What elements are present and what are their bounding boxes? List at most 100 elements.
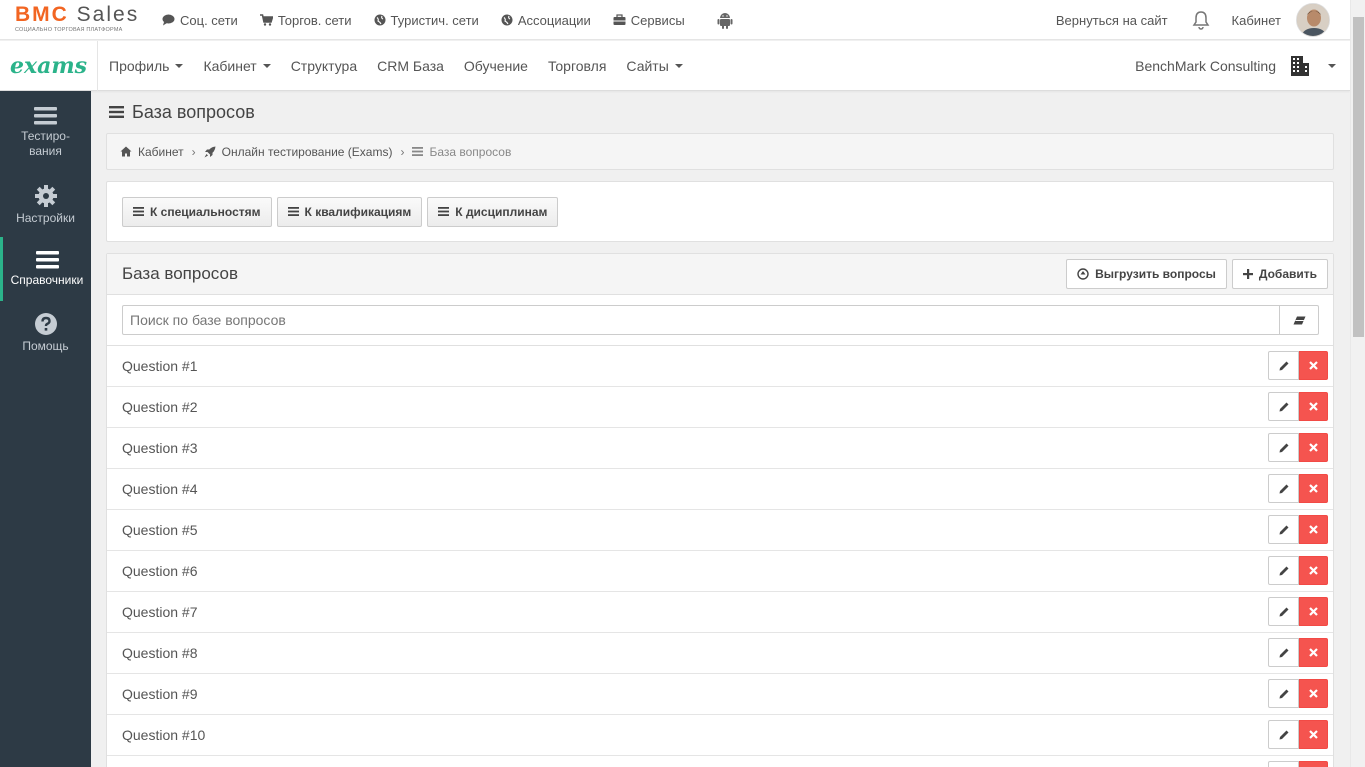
delete-question-button[interactable] [1299, 515, 1328, 544]
question-actions [1268, 679, 1328, 708]
delete-question-button[interactable] [1299, 720, 1328, 749]
sidebar-item-label: Справочники [10, 272, 84, 287]
question-row[interactable]: Question #6 [107, 551, 1333, 592]
list-icon [35, 250, 59, 268]
nav-item-crm[interactable]: CRM База [377, 58, 444, 74]
edit-question-button[interactable] [1268, 515, 1299, 544]
page-scrollbar[interactable] [1350, 0, 1365, 767]
edit-question-button[interactable] [1268, 761, 1299, 767]
list-icon [133, 207, 144, 216]
close-icon [1309, 402, 1318, 411]
to-specialties-button[interactable]: К специальностям [122, 196, 272, 227]
question-row[interactable]: Question #8 [107, 633, 1333, 674]
question-row[interactable]: Question #10 [107, 715, 1333, 756]
edit-question-button[interactable] [1268, 474, 1299, 503]
top-link-services[interactable]: Сервисы [613, 13, 685, 28]
avatar[interactable] [1296, 3, 1330, 37]
nav-item-profile[interactable]: Профиль [109, 58, 184, 74]
nav-item-training[interactable]: Обучение [464, 58, 528, 74]
add-question-button[interactable]: Добавить [1231, 259, 1328, 289]
delete-question-button[interactable] [1299, 474, 1328, 503]
exams-logo[interactable]: exams [0, 41, 98, 91]
question-row[interactable]: Question #5 [107, 510, 1333, 551]
delete-question-button[interactable] [1299, 556, 1328, 585]
rocket-icon [204, 146, 216, 157]
delete-question-button[interactable] [1299, 679, 1328, 708]
nav-item-sites[interactable]: Сайты [626, 58, 683, 74]
edit-question-button[interactable] [1268, 679, 1299, 708]
delete-question-button[interactable] [1299, 638, 1328, 667]
close-icon [1309, 566, 1318, 575]
scrollbar-thumb[interactable] [1353, 17, 1364, 337]
to-disciplines-button[interactable]: К дисциплинам [427, 196, 559, 227]
question-row[interactable]: Question #7 [107, 592, 1333, 633]
close-icon [1309, 730, 1318, 739]
edit-question-button[interactable] [1268, 638, 1299, 667]
nav-item-label: Структура [290, 58, 358, 74]
pencil-icon [1279, 566, 1288, 575]
bell-icon[interactable] [1192, 10, 1210, 30]
question-row[interactable]: Question #1 [107, 346, 1333, 387]
list-icon [412, 147, 424, 156]
question-row[interactable]: Question #3 [107, 428, 1333, 469]
delete-question-button[interactable] [1299, 761, 1328, 767]
question-row[interactable]: Question #2 [107, 387, 1333, 428]
breadcrumb-item-cabinet[interactable]: Кабинет [120, 145, 184, 159]
list-icon [438, 207, 450, 216]
nav-item-structure[interactable]: Структура [291, 58, 357, 74]
nav-item-label: Кабинет [203, 58, 257, 74]
question-actions [1268, 761, 1328, 767]
top-link-label: Ассоциации [517, 12, 591, 28]
list-icon [109, 106, 124, 118]
export-questions-button[interactable]: Выгрузить вопросы [1066, 259, 1227, 289]
breadcrumb-item-online-testing[interactable]: Онлайн тестирование (Exams) [204, 145, 392, 159]
sidebar-item-tests[interactable]: Тестиро-вания [0, 101, 91, 165]
question-row[interactable]: Question #4 [107, 469, 1333, 510]
button-label: К дисциплинам [455, 204, 548, 219]
to-qualifications-button[interactable]: К квалификациям [276, 196, 423, 227]
question-title: Question #4 [122, 481, 198, 497]
close-icon [1309, 484, 1318, 493]
question-row[interactable] [107, 756, 1333, 767]
pencil-icon [1279, 484, 1288, 493]
question-actions [1268, 720, 1328, 749]
edit-question-button[interactable] [1268, 720, 1299, 749]
delete-question-button[interactable] [1299, 392, 1328, 421]
sidebar-item-help[interactable]: Помощь [0, 301, 91, 365]
clear-search-button[interactable] [1279, 305, 1319, 335]
edit-question-button[interactable] [1268, 351, 1299, 380]
top-right: Вернуться на сайт Кабинет [1056, 0, 1330, 40]
delete-question-button[interactable] [1299, 433, 1328, 462]
question-row[interactable]: Question #9 [107, 674, 1333, 715]
pencil-icon [1279, 648, 1288, 657]
company-switcher[interactable]: BenchMark Consulting [1135, 41, 1336, 91]
edit-question-button[interactable] [1268, 556, 1299, 585]
question-list: Question #1 Question #2 Question #3 Questio… [107, 346, 1333, 767]
bmc-sales-logo[interactable]: BMC Sales СОЦИАЛЬНО ТОРГОВАЯ ПЛАТФОРМА [15, 4, 140, 36]
caret-down-icon [1328, 64, 1336, 68]
breadcrumb-label: База вопросов [429, 144, 512, 159]
nav-item-label: Торговля [547, 58, 607, 74]
question-title: Question #7 [122, 604, 198, 620]
nav-item-cabinet[interactable]: Кабинет [203, 58, 271, 74]
questions-panel: База вопросов Выгрузить вопросы Добавить… [106, 253, 1334, 767]
search-input[interactable] [122, 305, 1280, 335]
edit-question-button[interactable] [1268, 392, 1299, 421]
back-to-site-link[interactable]: Вернуться на сайт [1056, 13, 1168, 28]
gear-icon [34, 184, 57, 207]
top-link-associations[interactable]: Ассоциации [501, 13, 591, 28]
delete-question-button[interactable] [1299, 597, 1328, 626]
delete-question-button[interactable] [1299, 351, 1328, 380]
top-link-trade[interactable]: Торгов. сети [259, 13, 352, 28]
edit-question-button[interactable] [1268, 433, 1299, 462]
cabinet-link[interactable]: Кабинет [1232, 13, 1281, 28]
sidebar-item-references[interactable]: Справочники [0, 237, 91, 301]
top-link-social[interactable]: Соц. сети [162, 13, 238, 28]
android-link[interactable] [717, 12, 738, 29]
sidebar-item-settings[interactable]: Настройки [0, 173, 91, 237]
sidebar-item-label: Настройки [16, 210, 75, 225]
nav-item-trade[interactable]: Торговля [548, 58, 606, 74]
edit-question-button[interactable] [1268, 597, 1299, 626]
top-link-tourism[interactable]: Туристич. сети [374, 13, 479, 28]
logo-sales: Sales [76, 3, 140, 26]
